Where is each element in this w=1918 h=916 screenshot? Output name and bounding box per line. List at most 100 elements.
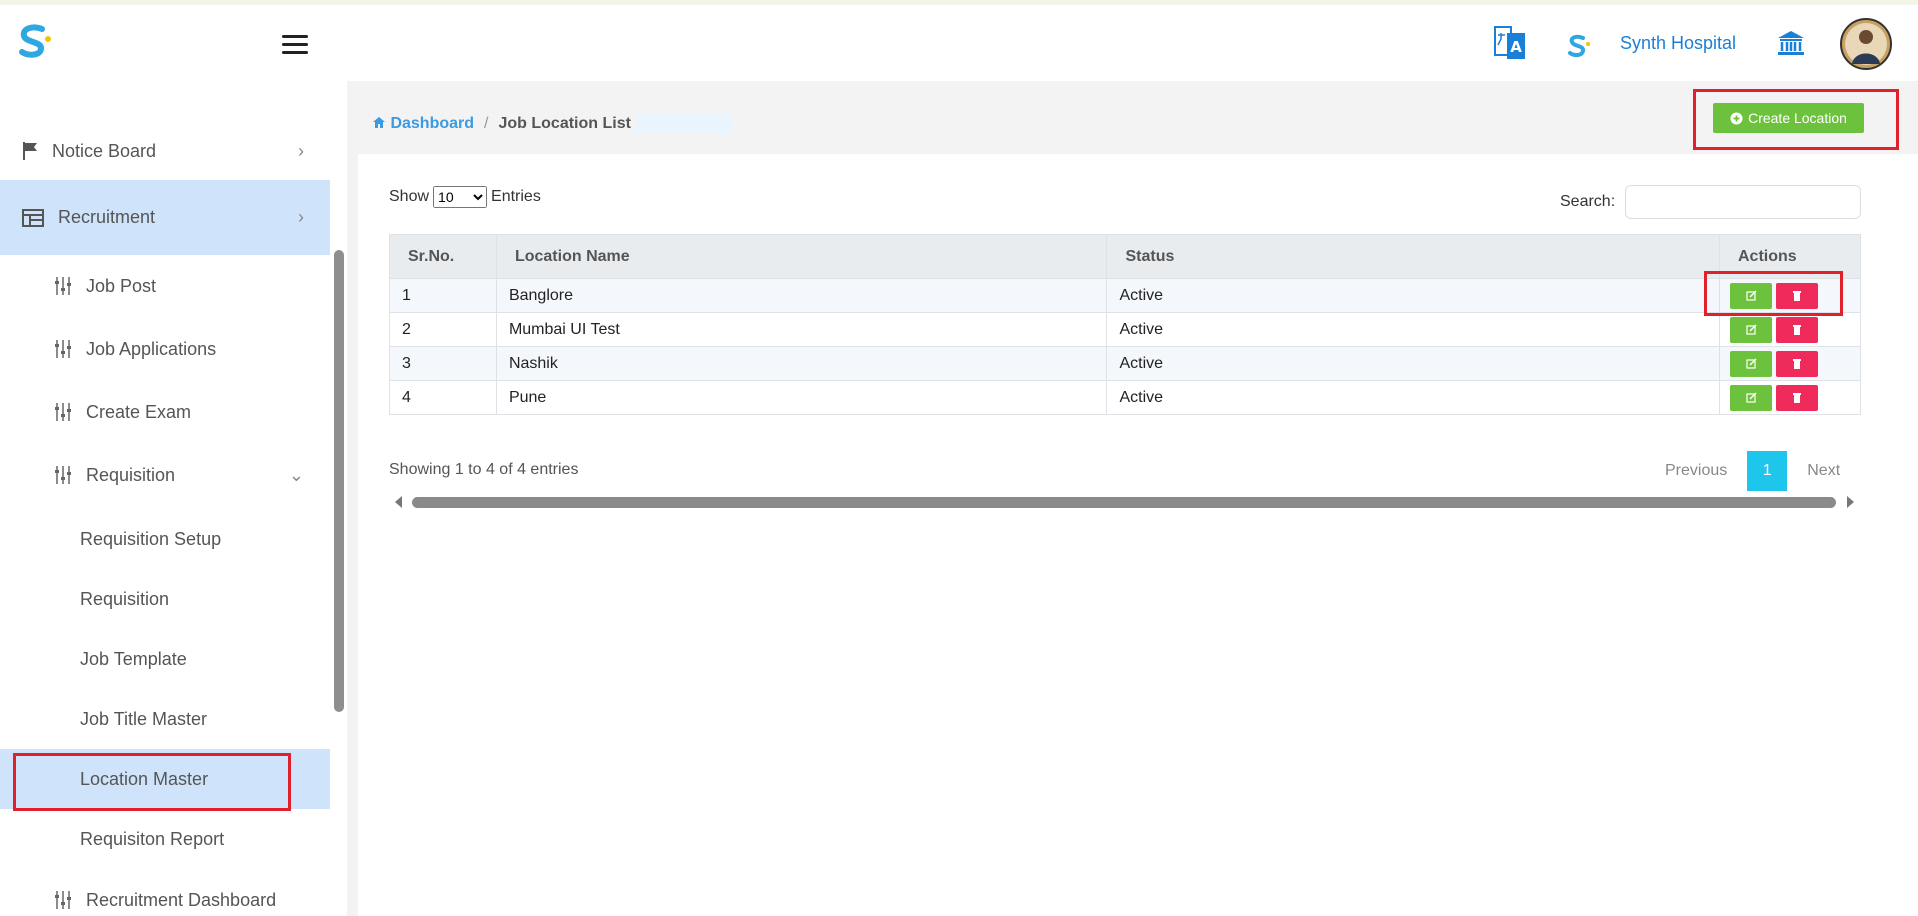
delete-button[interactable] [1776,316,1818,343]
breadcrumb-separator: / [484,115,489,132]
sidebar-item-job-template[interactable]: Job Template [0,629,330,689]
sidebar-item-label: Job Applications [86,338,217,359]
sidebar-item-label: Requisition [80,588,170,609]
sliders-icon [55,466,71,484]
trash-icon [1793,393,1801,403]
trash-icon [1793,359,1801,369]
sr-cell: 2 [389,312,497,347]
location-table: Sr.No. Location Name Status Actions 1 Ba… [389,234,1861,415]
sidebar-item-requisition-setup[interactable]: Requisition Setup [0,509,330,569]
sidebar-item-requisition-group[interactable]: Requisition ⌄ [0,444,330,506]
status-cell: Active [1106,278,1720,313]
sidebar-item-label: Job Post [86,275,157,296]
sidebar-header [0,5,330,81]
sidebar-item-label: Job Template [80,648,187,669]
translate-icon[interactable]: A [1493,25,1527,63]
breadcrumb: Dashboard / Job Location List [372,114,731,134]
scrollbar-thumb[interactable] [412,497,1836,508]
sidebar-item-label: Requisiton Report [80,828,225,849]
location-name-cell: Pune [495,380,1108,415]
breadcrumb-highlight [634,114,731,134]
hamburger-menu-icon[interactable] [282,35,308,55]
avatar[interactable] [1840,18,1892,70]
sidebar-item-job-applications[interactable]: Job Applications [0,318,330,380]
breadcrumb-home-label: Dashboard [390,115,475,132]
scroll-left-arrow-icon[interactable] [393,495,403,509]
sidebar-item-requisiton-report[interactable]: Requisiton Report [0,809,330,869]
sidebar-item-create-exam[interactable]: Create Exam [0,381,330,443]
page-size-select[interactable]: 10 [433,186,488,208]
table-horizontal-scrollbar[interactable] [390,494,1860,508]
sidebar-item-label: Requisition [86,464,176,485]
edit-icon [1745,392,1757,403]
edit-button[interactable] [1730,316,1772,343]
column-header[interactable]: Status [1106,234,1720,279]
edit-icon [1745,358,1757,369]
edit-icon [1745,324,1757,335]
table-icon [22,208,44,227]
sidebar-scrollbar[interactable] [334,250,344,712]
status-cell: Active [1106,346,1720,381]
sliders-icon [55,340,71,358]
pagination: Previous 1 Next [1665,451,1840,491]
sidebar-item-label: Recruitment [58,207,156,227]
highlight-box [1704,271,1843,316]
sidebar-item-notice-board[interactable]: Notice Board › [0,123,330,179]
table-info: Showing 1 to 4 of 4 entries [389,461,579,478]
sr-cell: 3 [389,346,497,381]
sliders-icon [55,403,71,421]
table-row: 1 Banglore Active [389,278,1861,313]
pagination-page[interactable]: 1 [1747,451,1788,491]
status-cell: Active [1106,380,1720,415]
hospital-name[interactable]: Synth Hospital [1620,33,1736,54]
search-input[interactable] [1625,185,1861,219]
sidebar-item-requisition[interactable]: Requisition [0,569,330,629]
column-header[interactable]: Location Name [495,234,1108,279]
sidebar-item-label: Job Title Master [80,708,208,729]
chevron-right-icon: › [298,207,304,227]
pagination-previous[interactable]: Previous [1665,462,1727,480]
status-cell: Active [1106,312,1720,347]
edit-button[interactable] [1730,350,1772,377]
location-name-cell: Nashik [495,346,1108,381]
table-row: 2 Mumbai UI Test Active [389,312,1861,347]
sr-cell: 4 [389,380,497,415]
actions-cell [1719,346,1861,381]
svg-text:A: A [1510,38,1522,56]
sidebar-item-recruitment-dashboard[interactable]: Recruitment Dashboard [0,869,330,916]
search-label: Search: [1560,193,1616,210]
trash-icon [1793,325,1801,335]
sidebar-item-job-title-master[interactable]: Job Title Master [0,689,330,749]
top-navbar: A Synth Hospital [330,5,1918,81]
sliders-icon [55,891,71,909]
sidebar-item-label: Recruitment Dashboard [86,889,277,910]
chevron-right-icon: › [298,140,304,161]
table-header-row: Sr.No. Location Name Status Actions [389,234,1861,279]
pagination-next[interactable]: Next [1807,462,1840,480]
edit-button[interactable] [1730,384,1772,411]
home-icon [373,117,385,128]
highlight-box [13,753,291,811]
column-header[interactable]: Sr.No. [389,234,497,279]
scroll-right-arrow-icon[interactable] [1846,495,1856,509]
sr-cell: 1 [389,278,497,313]
sidebar-item-recruitment[interactable]: Recruitment › [0,180,330,255]
highlight-box [1693,89,1899,150]
chevron-down-icon: ⌄ [288,464,304,485]
brand-logo-icon [1568,34,1590,58]
location-name-cell: Mumbai UI Test [495,312,1108,347]
table-row: 4 Pune Active [389,380,1861,415]
app-logo-icon[interactable] [14,21,54,61]
institution-icon[interactable] [1776,29,1806,57]
breadcrumb-home-link[interactable]: Dashboard [372,115,474,133]
show-label: Show [389,188,430,205]
entries-label: Entries [491,188,541,205]
sidebar-item-label: Create Exam [86,401,192,422]
delete-button[interactable] [1776,384,1818,411]
location-name-cell: Banglore [495,278,1108,313]
sidebar-item-job-post[interactable]: Job Post [0,255,330,317]
sidebar-item-label: Requisition Setup [80,528,222,549]
flag-icon [23,142,37,160]
actions-cell [1719,312,1861,347]
delete-button[interactable] [1776,350,1818,377]
